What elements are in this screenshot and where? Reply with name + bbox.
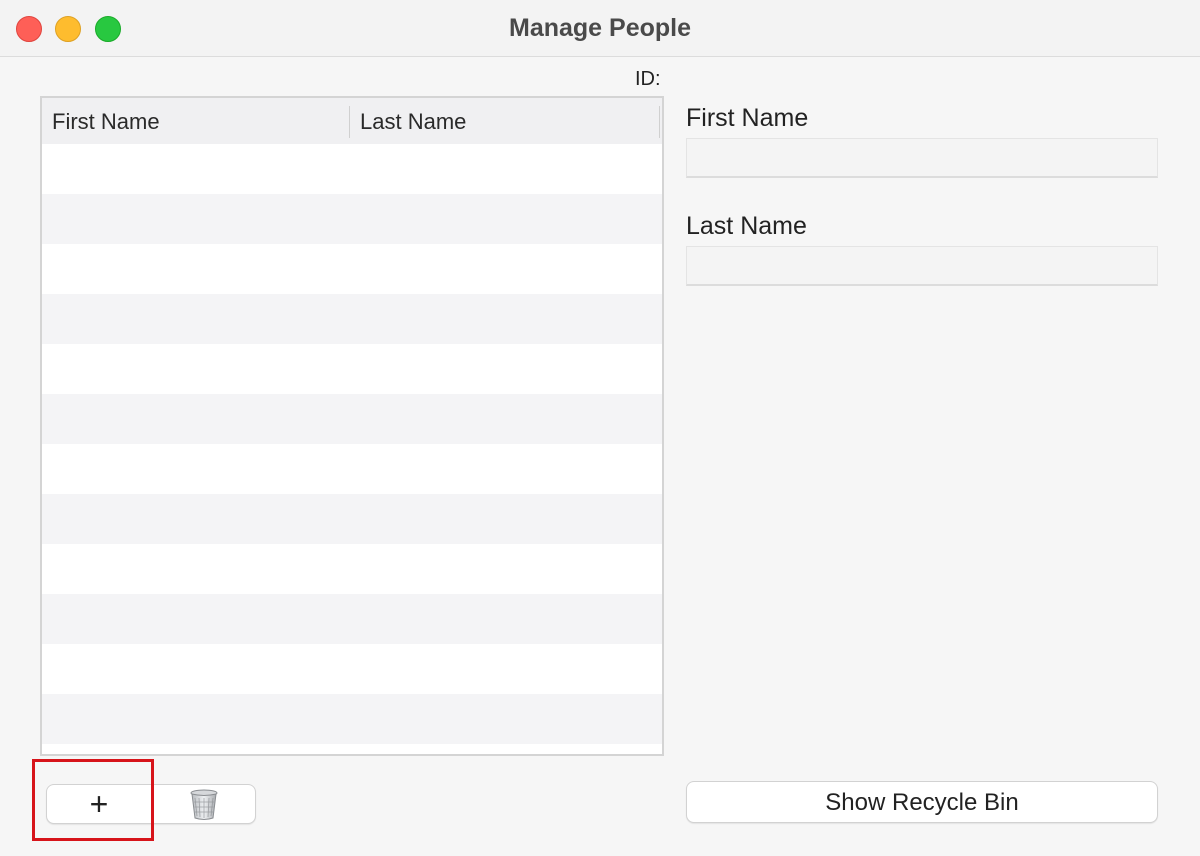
- table-row[interactable]: [42, 294, 662, 344]
- show-recycle-bin-button[interactable]: Show Recycle Bin: [686, 781, 1158, 823]
- column-divider[interactable]: [349, 106, 350, 138]
- last-name-field[interactable]: [686, 246, 1158, 286]
- first-name-field[interactable]: [686, 138, 1158, 178]
- title-bar: Manage People: [0, 0, 1200, 57]
- table-row[interactable]: [42, 394, 662, 444]
- trash-icon: [190, 789, 218, 820]
- table-row[interactable]: [42, 194, 662, 244]
- first-name-label: First Name: [686, 104, 809, 132]
- table-header: First Name Last Name: [42, 98, 662, 145]
- table-row[interactable]: [42, 494, 662, 544]
- table-rows: [42, 144, 662, 744]
- table-row[interactable]: [42, 644, 662, 694]
- last-name-label: Last Name: [686, 212, 807, 240]
- table-row[interactable]: [42, 344, 662, 394]
- table-row[interactable]: [42, 244, 662, 294]
- table-row[interactable]: [42, 544, 662, 594]
- window-title: Manage People: [509, 14, 691, 42]
- delete-person-button[interactable]: [152, 785, 256, 823]
- table-row[interactable]: [42, 144, 662, 194]
- table-row[interactable]: [42, 594, 662, 644]
- table-row[interactable]: [42, 694, 662, 744]
- people-table[interactable]: First Name Last Name: [40, 96, 664, 756]
- column-header-first-name[interactable]: First Name: [52, 98, 348, 144]
- id-label: ID:: [635, 68, 661, 90]
- column-header-last-name[interactable]: Last Name: [360, 98, 650, 144]
- highlight-box: [32, 759, 154, 841]
- table-row[interactable]: [42, 444, 662, 494]
- column-divider[interactable]: [659, 106, 660, 138]
